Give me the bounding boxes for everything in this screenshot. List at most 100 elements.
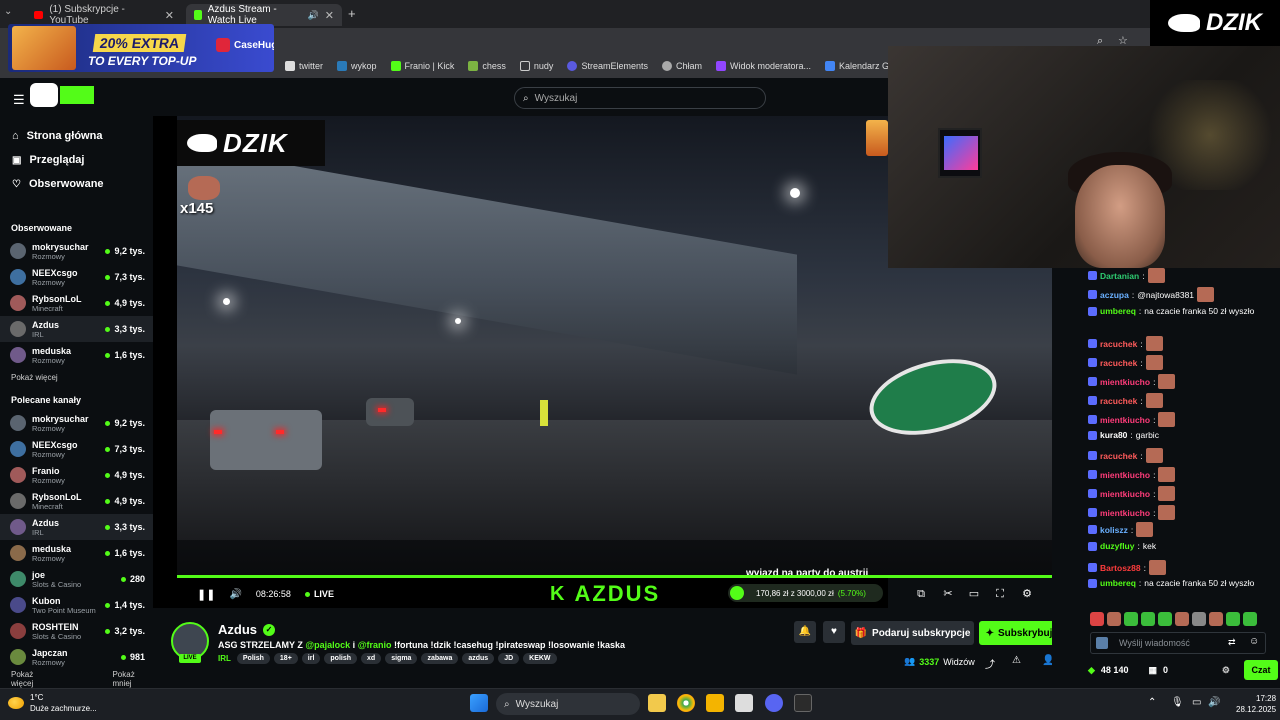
chat-username[interactable]: mientkiucho bbox=[1100, 489, 1150, 499]
sidebar-channel-azdus[interactable]: Azdus IRL 3,3 tys. bbox=[0, 316, 153, 342]
tab-azdus[interactable]: Azdus Stream - Watch Live 🔊 ✕ bbox=[186, 4, 342, 26]
emote-icon[interactable] bbox=[1124, 612, 1138, 626]
chat-username[interactable]: umbereq bbox=[1100, 306, 1136, 316]
new-tab-button[interactable]: + bbox=[348, 6, 356, 21]
mention-link[interactable]: @franio bbox=[358, 640, 392, 650]
clock[interactable]: 17:28 28.12.2025 bbox=[1236, 693, 1276, 715]
bookmark-streamelements[interactable]: StreamElements bbox=[567, 61, 648, 71]
menu-icon[interactable]: ☰ bbox=[13, 92, 25, 108]
app-icon[interactable] bbox=[706, 694, 724, 712]
chat-username[interactable]: mientkiucho bbox=[1100, 377, 1150, 387]
sidebar-channel-roshtein[interactable]: ROSHTEIN Slots & Casino 3,2 tys. bbox=[0, 618, 153, 644]
stream-tag[interactable]: irl bbox=[301, 653, 321, 664]
stream-tag[interactable]: KEKW bbox=[523, 653, 557, 664]
emote-icon[interactable] bbox=[1175, 612, 1189, 626]
nav-following[interactable]: ♡ Obserwowane bbox=[0, 172, 153, 196]
terminal-icon[interactable] bbox=[794, 694, 812, 712]
share-icon[interactable]: ⤴ bbox=[985, 656, 995, 671]
points-value[interactable]: 48 140 bbox=[1101, 665, 1129, 675]
follow-button[interactable]: ♥ bbox=[823, 621, 845, 643]
sidebar-channel-joe[interactable]: joe Slots & Casino 280 bbox=[0, 566, 153, 592]
emote-icon[interactable] bbox=[1107, 612, 1121, 626]
stream-tag[interactable]: Polish bbox=[236, 653, 270, 664]
kicks-value[interactable]: 0 bbox=[1163, 665, 1168, 675]
kick-logo[interactable] bbox=[30, 83, 96, 107]
weather-widget[interactable]: 1°C Duże zachmurze... bbox=[8, 692, 97, 714]
chat-username[interactable]: Bartosz88 bbox=[1100, 563, 1141, 573]
sidebar-channel-mokrysuchar[interactable]: mokrysuchar Rozmowy 9,2 tys. bbox=[0, 238, 153, 264]
volume-icon[interactable]: 🔊 bbox=[1208, 697, 1220, 708]
sidebar-channel-neexcsgo[interactable]: NEEXcsgo Rozmowy 7,3 tys. bbox=[0, 264, 153, 290]
bookmark-moderator[interactable]: Widok moderatora... bbox=[715, 61, 811, 71]
chat-username[interactable]: mientkiucho bbox=[1100, 415, 1150, 425]
send-chat-button[interactable]: Czat bbox=[1244, 660, 1278, 680]
chat-username[interactable]: racuchek bbox=[1100, 339, 1137, 349]
sidebar-channel-neexcsgo[interactable]: NEEXcsgo Rozmowy 7,3 tys. bbox=[0, 436, 153, 462]
sidebar-channel-kubon[interactable]: Kubon Two Point Museum 1,4 tys. bbox=[0, 592, 153, 618]
network-icon[interactable]: ▭ bbox=[1192, 697, 1201, 708]
emote-icon[interactable] bbox=[1243, 612, 1257, 626]
translate-icon[interactable]: ⇄ bbox=[1228, 637, 1236, 648]
chat-input[interactable]: Wyślij wiadomość bbox=[1090, 632, 1266, 654]
search-input[interactable]: ⌕ Wyszukaj bbox=[514, 87, 766, 109]
chevron-up-icon[interactable]: ⌃ bbox=[1148, 697, 1156, 708]
stream-tag[interactable]: sigma bbox=[385, 653, 418, 664]
notification-button[interactable]: 🔔 bbox=[794, 621, 816, 643]
gift-sub-button[interactable]: 🎁 Podaruj subskrypcje bbox=[851, 621, 974, 645]
sidebar-channel-azdus[interactable]: Azdus IRL 3,3 tys. bbox=[0, 514, 153, 540]
chat-username[interactable]: racuchek bbox=[1100, 451, 1137, 461]
chat-username[interactable]: racuchek bbox=[1100, 396, 1137, 406]
close-icon[interactable]: ✕ bbox=[165, 9, 174, 22]
stream-tag[interactable]: JD bbox=[498, 653, 520, 664]
sidebar-channel-meduska[interactable]: meduska Rozmowy 1,6 tys. bbox=[0, 540, 153, 566]
category-link[interactable]: IRL bbox=[218, 654, 231, 663]
audio-icon[interactable]: 🔊 bbox=[308, 10, 319, 21]
chat-username[interactable]: duzyfluy bbox=[1100, 541, 1134, 551]
close-icon[interactable]: ✕ bbox=[325, 9, 334, 22]
windows-start-icon[interactable] bbox=[470, 694, 488, 712]
mention-link[interactable]: @pajalock bbox=[305, 640, 350, 650]
gear-icon[interactable]: ⚙ bbox=[1222, 665, 1230, 676]
show-less[interactable]: Pokaż mniej bbox=[112, 670, 153, 688]
chrome-icon[interactable] bbox=[677, 694, 695, 712]
stream-tag[interactable]: 18+ bbox=[273, 653, 298, 664]
chat-username[interactable]: kura80 bbox=[1100, 430, 1127, 440]
tab-youtube[interactable]: (1) Subskrypcje - YouTube ✕ bbox=[26, 4, 182, 26]
chat-username[interactable]: mientkiucho bbox=[1100, 470, 1150, 480]
discord-icon[interactable] bbox=[765, 694, 783, 712]
emote-icon[interactable] bbox=[1158, 612, 1172, 626]
theater-icon[interactable]: ▭ bbox=[968, 588, 980, 600]
emote-icon[interactable] bbox=[1209, 612, 1223, 626]
chat-username[interactable]: umbereq bbox=[1100, 578, 1136, 588]
progress-bar[interactable] bbox=[177, 575, 1052, 578]
show-more-followed[interactable]: Pokaż więcej bbox=[0, 368, 153, 386]
bookmark-twitter[interactable]: twitter bbox=[285, 61, 323, 71]
emote-icon[interactable] bbox=[1192, 612, 1206, 626]
bookmark-wykop[interactable]: wykop bbox=[337, 61, 377, 71]
nav-home[interactable]: ⌂ Strona główna bbox=[0, 124, 153, 148]
chat-username[interactable]: aczupa bbox=[1100, 290, 1129, 300]
sidebar-channel-japczan[interactable]: Japczan Rozmowy 981 bbox=[0, 644, 153, 670]
sidebar-channel-mokrysuchar[interactable]: mokrysuchar Rozmowy 9,2 tys. bbox=[0, 410, 153, 436]
sidebar-channel-franio[interactable]: Franio Rozmowy 4,9 tys. bbox=[0, 462, 153, 488]
fullscreen-icon[interactable]: ⛶ bbox=[994, 588, 1006, 600]
emote-icon[interactable] bbox=[1226, 612, 1240, 626]
sidebar-channel-meduska[interactable]: meduska Rozmowy 1,6 tys. bbox=[0, 342, 153, 368]
sidebar-channel-rybsonlol[interactable]: RybsonLoL Minecraft 4,9 tys. bbox=[0, 488, 153, 514]
stream-tag[interactable]: azdus bbox=[462, 653, 495, 664]
emoji-icon[interactable]: ☺ bbox=[1249, 636, 1259, 647]
subscribe-button[interactable]: ✦ Subskrybuj bbox=[979, 621, 1059, 645]
ad-banner[interactable]: 20% EXTRA TO EVERY TOP-UP CaseHug bbox=[8, 24, 274, 72]
nav-browse[interactable]: ▣ Przeglądaj bbox=[0, 148, 153, 172]
emote-icon[interactable] bbox=[1141, 612, 1155, 626]
streamer-name[interactable]: Azdus ✓ bbox=[218, 622, 275, 637]
bookmark-chess[interactable]: chess bbox=[468, 61, 506, 71]
stream-tag[interactable]: xd bbox=[361, 653, 382, 664]
report-icon[interactable]: ⚠ bbox=[1012, 655, 1021, 666]
app-icon[interactable] bbox=[735, 694, 753, 712]
taskbar-search[interactable]: ⌕ Wyszukaj bbox=[496, 693, 640, 715]
show-more-recommended[interactable]: Pokaż więcej Pokaż mniej bbox=[0, 670, 153, 688]
chat-username[interactable]: racuchek bbox=[1100, 358, 1137, 368]
stream-tag[interactable]: polish bbox=[324, 653, 358, 664]
volume-icon[interactable]: 🔊 bbox=[229, 589, 241, 600]
